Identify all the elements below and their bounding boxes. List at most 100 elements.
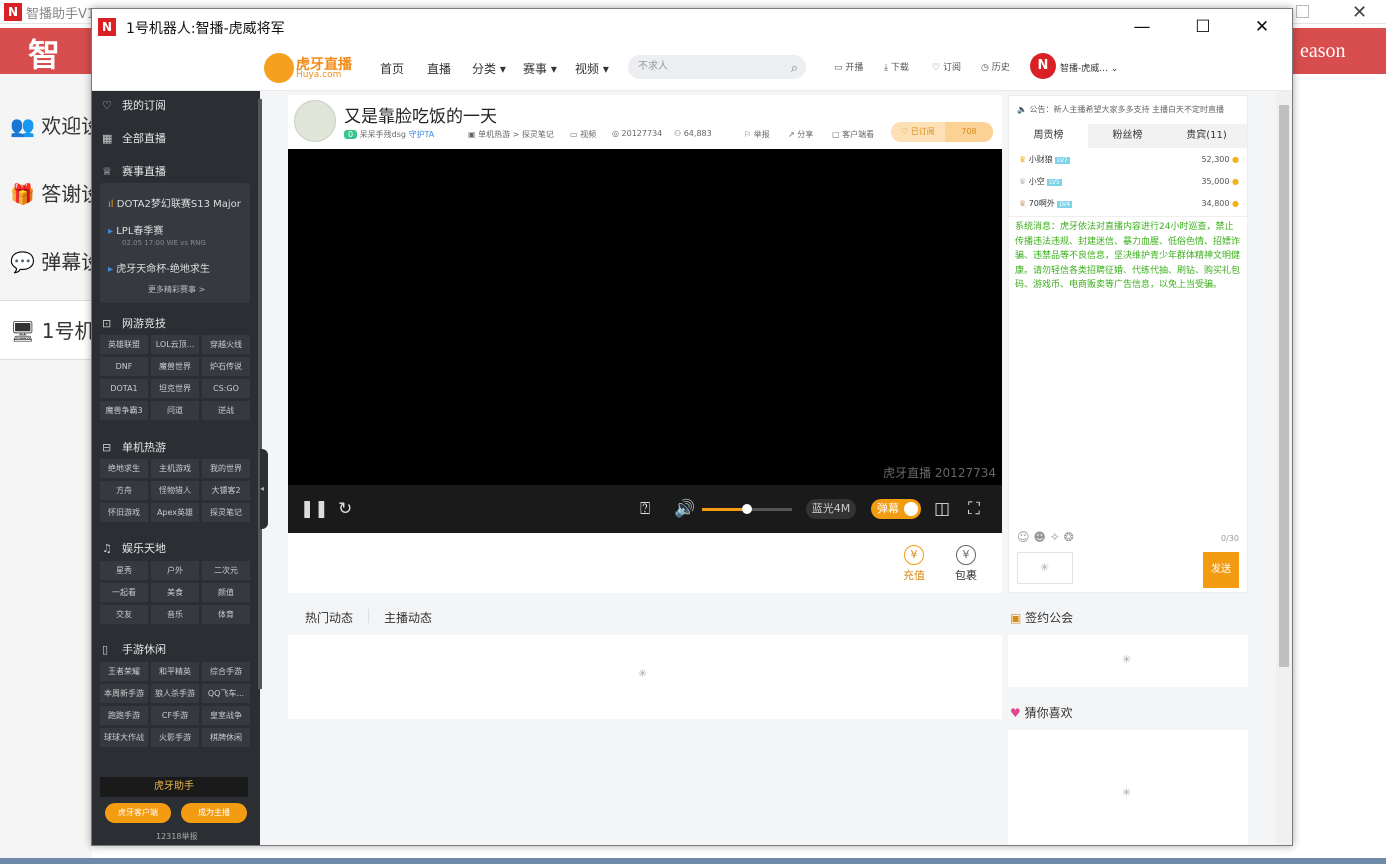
volume-slider[interactable] (702, 504, 792, 514)
client-watch-button[interactable]: ▢ 客户端看 (832, 129, 874, 140)
category-item[interactable]: 美食 (151, 583, 199, 602)
category-item[interactable]: 逆战 (202, 401, 250, 420)
section-title[interactable]: ⊟ 单机热游 (102, 439, 166, 455)
category-item[interactable]: 英雄联盟 (100, 335, 148, 354)
sidebar-events[interactable]: ♕ 赛事直播 (102, 163, 166, 179)
bg-nav-danmu[interactable]: 💬 弹幕设 (0, 232, 92, 292)
category-item[interactable]: 王者荣耀 (100, 662, 148, 681)
notice-bar[interactable]: 🔈 公告：新人主播希望大家多多支持 主播白天不定时直播 (1017, 104, 1245, 115)
sidebar-collapse-button[interactable]: ◂ (260, 449, 268, 529)
user-avatar[interactable]: N (1030, 53, 1056, 79)
nav-events[interactable]: 赛事 ▾ (523, 60, 557, 77)
refresh-icon[interactable]: ↻ (338, 499, 352, 519)
sticker-icon[interactable]: ☻ (1033, 530, 1046, 544)
maximize-button[interactable]: ☐ (1183, 15, 1223, 39)
client-download-button[interactable]: 虎牙客户端 (105, 803, 171, 823)
quality-button[interactable]: 蓝光4M (806, 499, 856, 519)
minimize-button[interactable]: — (1122, 15, 1162, 39)
tool-history[interactable]: ◷ 历史 (981, 60, 1010, 73)
search-input[interactable]: 不求人 ⌕ (628, 55, 806, 79)
category-item[interactable]: 我的世界 (202, 459, 250, 478)
anchor-name[interactable]: 呆呆手残dsg (360, 130, 406, 139)
rank-row[interactable]: ♛ 小空 LV5 35,000 ● (1019, 174, 1239, 190)
category-item[interactable]: 综合手游 (202, 662, 250, 681)
guard-link[interactable]: 守护TA (409, 130, 435, 139)
nav-live[interactable]: 直播 (427, 60, 451, 77)
event-item[interactable]: ▸ 虎牙天命杯-绝地求生 (108, 260, 210, 275)
page-scrollbar[interactable] (1276, 91, 1292, 845)
tab-weekly[interactable]: 周贡榜 (1009, 124, 1088, 148)
category-item[interactable]: 魔兽世界 (151, 357, 199, 376)
section-title[interactable]: ▯ 手游休闲 (102, 641, 166, 657)
room-category[interactable]: ▣ 单机热游 > 探灵笔记 (468, 129, 554, 140)
category-item[interactable]: 狼人杀手游 (151, 684, 199, 703)
category-item[interactable]: 球球大作战 (100, 728, 148, 747)
category-item[interactable]: 和平精英 (151, 662, 199, 681)
scrollbar-thumb[interactable] (1279, 105, 1289, 667)
bg-nav-welcome[interactable]: 👥 欢迎设 (0, 96, 92, 156)
category-item[interactable]: 二次元 (202, 561, 250, 580)
tab-hot-news[interactable]: 热门动态 (305, 609, 353, 626)
category-item[interactable]: 方舟 (100, 481, 148, 500)
category-item[interactable]: 炉石传说 (202, 357, 250, 376)
color-icon[interactable]: ❂ (1064, 530, 1074, 544)
bg-nav-thanks[interactable]: 🎁 答谢设 (0, 164, 92, 224)
fullscreen-icon[interactable]: ⛶ (968, 499, 980, 519)
tool-broadcast[interactable]: ▭ 开播 (834, 60, 863, 73)
category-item[interactable]: CF手游 (151, 706, 199, 725)
category-item[interactable]: 大镖客2 (202, 481, 250, 500)
section-title[interactable]: ⊡ 网游竞技 (102, 315, 166, 331)
pause-icon[interactable]: ❚❚ (300, 499, 329, 519)
section-title[interactable]: ♫ 娱乐天地 (102, 540, 166, 556)
sidebar-banner[interactable]: 虎牙助手 (100, 777, 248, 797)
tab-anchor-news[interactable]: 主播动态 (384, 609, 432, 626)
nav-category[interactable]: 分类 ▾ (472, 60, 506, 77)
category-item[interactable]: 穿越火线 (202, 335, 250, 354)
category-item[interactable]: 户外 (151, 561, 199, 580)
category-item[interactable]: 绝地求生 (100, 459, 148, 478)
sidebar-my-subscriptions[interactable]: ♡ 我的订阅 (102, 97, 166, 113)
category-item[interactable]: 棋牌休闲 (202, 728, 250, 747)
become-anchor-button[interactable]: 成为主播 (181, 803, 247, 823)
category-item[interactable]: DNF (100, 357, 148, 376)
report-button[interactable]: ⚐ 举报 (744, 129, 770, 140)
package-button[interactable]: ¥ 包裹 (946, 545, 986, 583)
nav-home[interactable]: 首页 (380, 60, 404, 77)
help-icon[interactable]: ⍰ (640, 499, 650, 519)
rank-row[interactable]: ♛ 小财狼 LV7 52,300 ● (1019, 152, 1239, 168)
effect-icon[interactable]: ✧ (1050, 530, 1060, 544)
recharge-button[interactable]: ¥ 充值 (894, 545, 934, 583)
category-item[interactable]: 怀旧游戏 (100, 503, 148, 522)
category-item[interactable]: 星秀 (100, 561, 148, 580)
room-video[interactable]: ▭ 视频 (570, 129, 596, 140)
category-item[interactable]: 探灵笔记 (202, 503, 250, 522)
tab-fans[interactable]: 粉丝榜 (1088, 124, 1167, 148)
share-button[interactable]: ↗ 分享 (788, 129, 813, 140)
send-button[interactable]: 发送 (1203, 552, 1239, 588)
volume-icon[interactable]: 🔊 (674, 499, 695, 519)
category-item[interactable]: DOTA1 (100, 379, 148, 398)
category-item[interactable]: 魔兽争霸3 (100, 401, 148, 420)
nav-video[interactable]: 视频 ▾ (575, 60, 609, 77)
tab-vip[interactable]: 贵宾(11) (1167, 124, 1246, 148)
category-item[interactable]: QQ飞车... (202, 684, 250, 703)
category-item[interactable]: 怪物猎人 (151, 481, 199, 500)
sidebar-toggle-icon[interactable]: ◫ (934, 499, 950, 519)
category-item[interactable]: CS:GO (202, 379, 250, 398)
category-item[interactable]: 坦克世界 (151, 379, 199, 398)
close-button[interactable]: ✕ (1242, 15, 1282, 39)
rank-row[interactable]: ♛ 70啊外 LV4 34,800 ● (1019, 196, 1239, 212)
category-item[interactable]: 音乐 (151, 605, 199, 624)
category-item[interactable]: 跑跑手游 (100, 706, 148, 725)
danmu-toggle[interactable]: 弹幕 (871, 499, 921, 519)
category-item[interactable]: 颜值 (202, 583, 250, 602)
category-item[interactable]: LOL云顶... (151, 335, 199, 354)
anchor-avatar[interactable] (294, 100, 336, 142)
category-item[interactable]: 问道 (151, 401, 199, 420)
report-link[interactable]: 12318举报 (156, 831, 197, 842)
tool-subscribe[interactable]: ♡ 订阅 (932, 60, 961, 73)
bg-close-button[interactable]: ✕ (1352, 2, 1367, 23)
bg-nav-robot1[interactable]: 🖥 1号机 (0, 300, 92, 360)
category-item[interactable]: Apex英雄 (151, 503, 199, 522)
category-item[interactable]: 本周新手游 (100, 684, 148, 703)
